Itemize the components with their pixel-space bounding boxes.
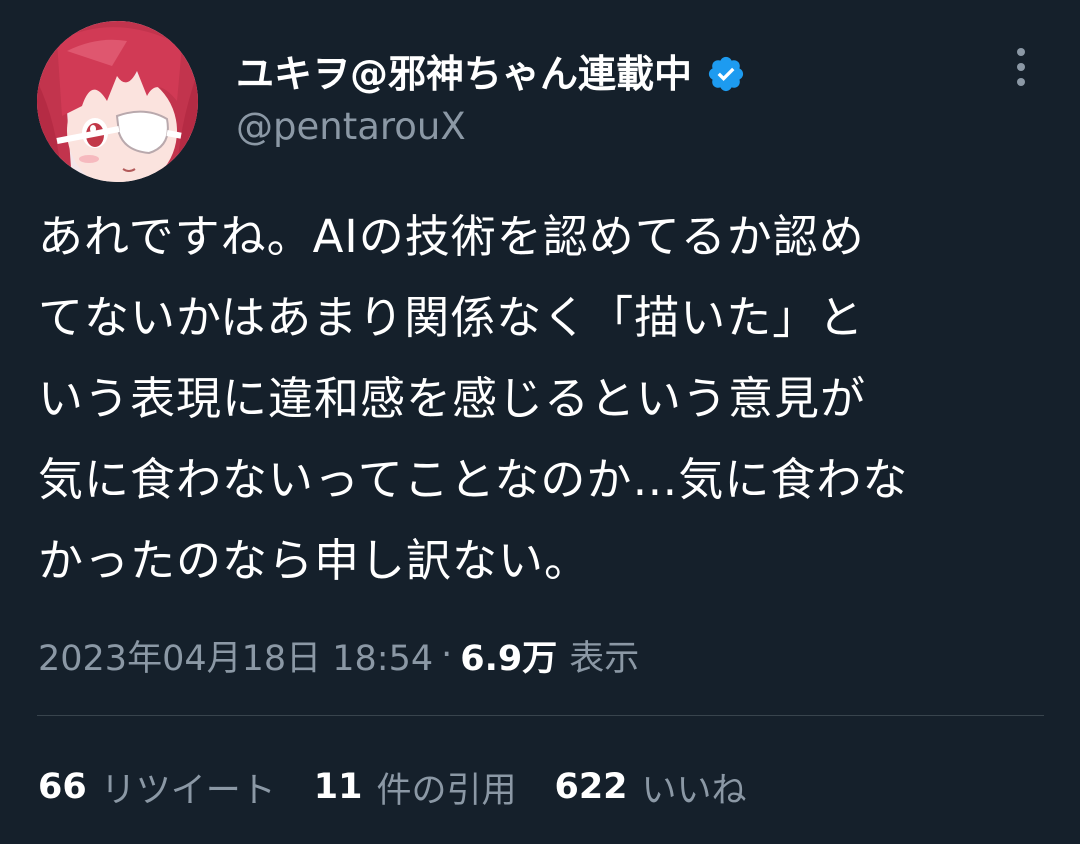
likes-label: いいね (641, 770, 747, 811)
avatar-image (37, 21, 198, 182)
author-block: ユキヲ@邪神ちゃん連載中 @pentarouX (236, 48, 936, 152)
tweet-text-line: いう表現に違和感を感じるという意見が (38, 372, 867, 425)
quotes-label: 件の引用 (376, 770, 517, 811)
tweet-text-line: てないかはあまり関係なく「描いた」と (38, 291, 865, 344)
tweet-text: あれですね。AIの技術を認めてるか認め てないかはあまり関係なく「描いた」と い… (38, 196, 1048, 601)
author-handle[interactable]: @pentarouX (236, 102, 936, 152)
divider (37, 715, 1044, 716)
tweet-meta: 2023年04月18日 18:54 · 6.9万 表示 (38, 628, 639, 682)
retweets-label: リツイート (100, 770, 276, 811)
more-dot (1017, 63, 1025, 71)
more-dot (1017, 48, 1025, 56)
display-name-row: ユキヲ@邪神ちゃん連載中 (236, 48, 936, 100)
display-name[interactable]: ユキヲ@邪神ちゃん連載中 (236, 48, 692, 100)
avatar[interactable] (37, 21, 198, 182)
likes-stat[interactable]: 622 いいね (554, 762, 746, 813)
likes-count: 622 (554, 767, 628, 807)
tweet-text-line: 気に食わないってことなのか…気に食わな (38, 453, 909, 506)
quotes-count: 11 (313, 767, 363, 807)
engagement-stats: 66 リツイート 11 件の引用 622 いいね (38, 760, 785, 814)
views-count[interactable]: 6.9万 (460, 630, 557, 681)
tweet-text-line: かったのなら申し訳ない。 (38, 534, 591, 587)
tweet-timestamp[interactable]: 2023年04月18日 18:54 (38, 630, 433, 681)
retweets-count: 66 (38, 767, 87, 807)
quotes-stat[interactable]: 11 件の引用 (314, 762, 517, 813)
verified-badge-icon (706, 54, 746, 94)
more-dot (1017, 78, 1025, 86)
more-vertical-icon[interactable] (1005, 44, 1037, 90)
retweets-stat[interactable]: 66 リツイート (38, 762, 276, 813)
tweet-detail: ユキヲ@邪神ちゃん連載中 @pentarouX あれですね。AIの技術を認めてる… (0, 0, 1080, 844)
views-label[interactable]: 表示 (569, 630, 639, 681)
meta-separator: · (441, 635, 453, 675)
tweet-text-line: あれですね。AIの技術を認めてるか認め (38, 210, 865, 263)
